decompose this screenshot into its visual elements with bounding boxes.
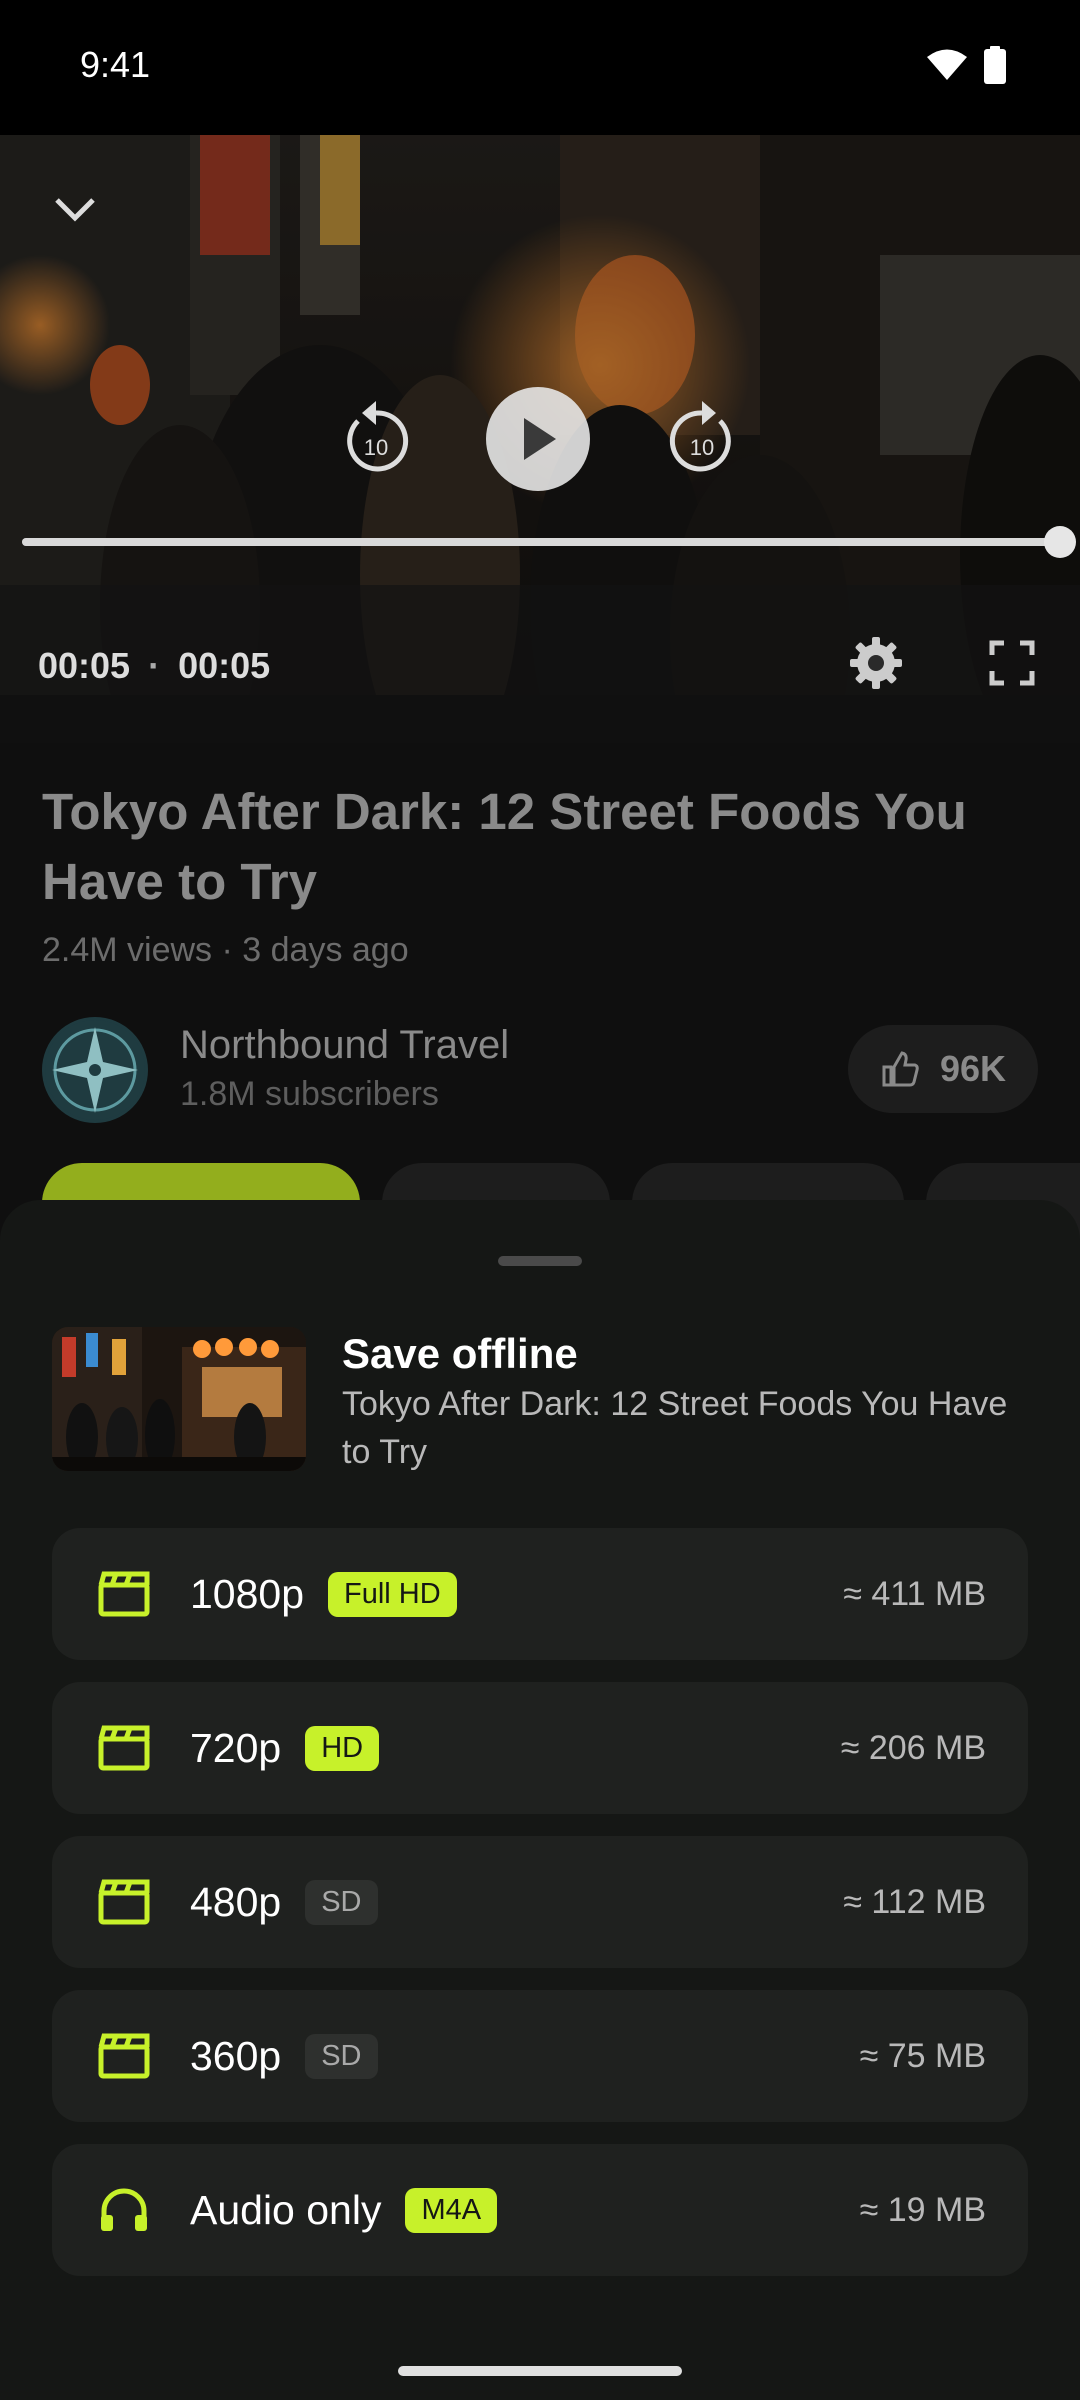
sheet-drag-handle[interactable] bbox=[498, 1256, 582, 1266]
battery-icon bbox=[984, 46, 1006, 84]
chevron-down-icon bbox=[55, 198, 95, 222]
video-thumbnail bbox=[52, 1327, 306, 1471]
option-label: 360p SD bbox=[190, 1990, 378, 2122]
quality-name: 360p bbox=[190, 2032, 282, 2079]
play-icon bbox=[524, 418, 556, 460]
clapperboard-icon bbox=[98, 1879, 150, 1925]
file-size: ≈ 75 MB bbox=[859, 2036, 986, 2075]
rewind-seconds: 10 bbox=[364, 435, 388, 460]
quality-badge: SD bbox=[305, 2033, 378, 2079]
quality-name: 480p bbox=[190, 1878, 282, 1925]
video-meta: 2.4M views · 3 days ago bbox=[42, 931, 409, 969]
channel-avatar[interactable] bbox=[42, 1017, 148, 1123]
quality-badge: SD bbox=[305, 1879, 378, 1925]
forward-seconds: 10 bbox=[690, 435, 714, 460]
time-display: 00:05 · 00:05 bbox=[38, 645, 270, 687]
option-720p[interactable]: 720p HD ≈ 206 MB bbox=[52, 1682, 1028, 1814]
total-duration: 00:05 bbox=[178, 645, 271, 686]
quality-name: Audio only bbox=[190, 2186, 382, 2233]
video-title: Tokyo After Dark: 12 Street Foods You Ha… bbox=[42, 783, 967, 910]
quality-options: 1080p Full HD ≈ 411 MB 720p HD ≈ 206 MB … bbox=[52, 1528, 1028, 2298]
like-button[interactable]: 96K bbox=[848, 1025, 1038, 1113]
rewind-10-button[interactable]: 10 bbox=[336, 393, 416, 483]
seek-thumb[interactable] bbox=[1044, 526, 1076, 558]
status-icons bbox=[926, 46, 1006, 84]
headphones-icon bbox=[101, 2188, 147, 2231]
time-separator: · bbox=[148, 645, 161, 686]
file-size: ≈ 19 MB bbox=[859, 2190, 986, 2229]
sheet-title: Save offline bbox=[342, 1330, 578, 1377]
player-settings-button[interactable] bbox=[848, 635, 904, 691]
clapperboard-icon bbox=[98, 1571, 150, 1617]
fullscreen-button[interactable] bbox=[988, 639, 1036, 687]
option-360p[interactable]: 360p SD ≈ 75 MB bbox=[52, 1990, 1028, 2122]
save-offline-sheet: Save offline Tokyo After Dark: 12 Street… bbox=[0, 1200, 1080, 2400]
option-480p[interactable]: 480p SD ≈ 112 MB bbox=[52, 1836, 1028, 1968]
like-count: 96K bbox=[939, 1048, 1007, 1089]
thumbnail-image bbox=[52, 1327, 306, 1471]
option-1080p[interactable]: 1080p Full HD ≈ 411 MB bbox=[52, 1528, 1028, 1660]
seek-progress bbox=[22, 538, 1060, 546]
quality-badge: M4A bbox=[405, 2187, 498, 2233]
collapse-button[interactable] bbox=[40, 175, 110, 245]
option-label: 720p HD bbox=[190, 1682, 380, 1814]
sheet-video-title: Tokyo After Dark: 12 Street Foods You Ha… bbox=[342, 1385, 1008, 1471]
option-audio-only[interactable]: Audio only M4A ≈ 19 MB bbox=[52, 2144, 1028, 2276]
quality-badge: Full HD bbox=[328, 1571, 457, 1617]
forward-10-icon: 10 bbox=[669, 401, 731, 472]
channel-subscribers: 1.8M subscribers bbox=[180, 1075, 439, 1113]
seek-bar[interactable] bbox=[22, 526, 1076, 558]
play-button[interactable] bbox=[486, 387, 590, 491]
status-bar: 9:41 bbox=[0, 0, 1080, 135]
forward-10-button[interactable]: 10 bbox=[662, 393, 742, 483]
clapperboard-icon bbox=[98, 1725, 150, 1771]
option-label: Audio only M4A bbox=[190, 2144, 498, 2276]
compass-logo-icon bbox=[45, 1020, 145, 1120]
option-label: 1080p Full HD bbox=[190, 1528, 457, 1660]
option-label: 480p SD bbox=[190, 1836, 378, 1968]
file-size: ≈ 112 MB bbox=[843, 1882, 986, 1921]
quality-name: 1080p bbox=[190, 1570, 305, 1617]
quality-name: 720p bbox=[190, 1724, 282, 1771]
elapsed-time: 00:05 bbox=[38, 645, 131, 686]
fullscreen-icon bbox=[989, 640, 1035, 686]
thumbs-up-icon bbox=[882, 1051, 919, 1087]
file-size: ≈ 411 MB bbox=[843, 1574, 986, 1613]
file-size: ≈ 206 MB bbox=[840, 1728, 986, 1767]
replay-10-icon: 10 bbox=[347, 401, 409, 472]
status-time: 9:41 bbox=[80, 44, 151, 85]
channel-name[interactable]: Northbound Travel bbox=[180, 1023, 509, 1068]
quality-badge: HD bbox=[305, 1725, 380, 1771]
home-indicator[interactable] bbox=[398, 2366, 682, 2376]
wifi-icon bbox=[927, 49, 967, 80]
settings-gear-icon bbox=[850, 637, 902, 689]
video-player[interactable]: 10 10 00:05 · 00:05 bbox=[0, 135, 1080, 743]
clapperboard-icon bbox=[98, 2033, 150, 2079]
